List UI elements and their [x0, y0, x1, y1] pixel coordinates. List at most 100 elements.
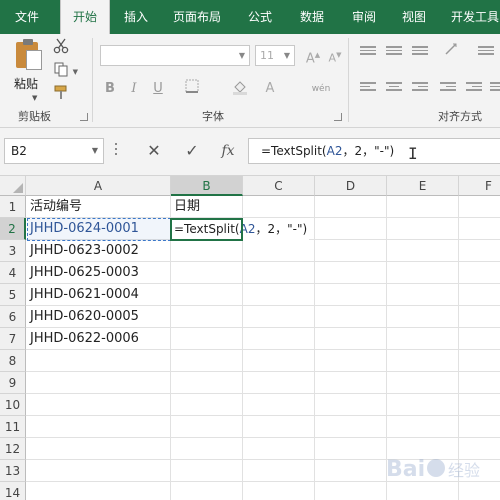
- row-header-12[interactable]: 12: [0, 438, 26, 460]
- clipboard-launcher-icon[interactable]: [80, 113, 88, 121]
- decrease-font-icon[interactable]: A▼: [324, 45, 346, 65]
- column-header-f[interactable]: F: [459, 176, 500, 196]
- chevron-down-icon: ▼: [32, 94, 38, 102]
- tab-view[interactable]: 视图: [392, 0, 436, 34]
- align-right-icon[interactable]: [412, 82, 428, 94]
- fill-color-icon[interactable]: [230, 79, 250, 99]
- cell-a4[interactable]: JHHD-0625-0003: [27, 262, 139, 284]
- alignment-group-label: 对齐方式: [438, 110, 482, 123]
- cell-a2[interactable]: JHHD-0624-0001: [27, 218, 139, 240]
- column-header-e[interactable]: E: [387, 176, 459, 196]
- row-header-9[interactable]: 9: [0, 372, 26, 394]
- font-color-icon[interactable]: A: [260, 79, 280, 99]
- formula-text-ref: A2: [326, 144, 343, 158]
- cell-b1[interactable]: 日期: [171, 196, 200, 218]
- name-box-value: B2: [11, 144, 27, 158]
- phonetic-icon[interactable]: wén: [308, 79, 334, 99]
- formula-bar-grip[interactable]: [115, 143, 119, 159]
- row-header-4[interactable]: 4: [0, 262, 26, 284]
- cell-a1[interactable]: 活动编号: [27, 196, 82, 218]
- bold-button[interactable]: B: [100, 79, 120, 99]
- cancel-icon[interactable]: ✕: [142, 140, 166, 162]
- gridline: [242, 196, 243, 500]
- tab-page-layout[interactable]: 页面布局: [162, 0, 232, 34]
- tab-insert[interactable]: 插入: [114, 0, 158, 34]
- cut-icon[interactable]: [50, 38, 72, 58]
- row-header-13[interactable]: 13: [0, 460, 26, 482]
- increase-indent-icon[interactable]: [466, 82, 482, 94]
- formula-input[interactable]: =TextSplit(A2，2，"-"): [248, 138, 500, 164]
- row-header-10[interactable]: 10: [0, 394, 26, 416]
- column-header-a[interactable]: A: [26, 176, 171, 196]
- tab-formulas[interactable]: 公式: [238, 0, 282, 34]
- cell-a7[interactable]: JHHD-0622-0006: [27, 328, 139, 350]
- tab-data[interactable]: 数据: [290, 0, 334, 34]
- column-header-c[interactable]: C: [243, 176, 315, 196]
- ribbon-home: 粘贴 ▼ ▼ 剪贴板 ▼ 11 ▼ A▲ A▼ B I U A wén 字体 对…: [0, 34, 500, 128]
- paste-button[interactable]: 粘贴 ▼: [8, 38, 48, 102]
- select-all-button[interactable]: [0, 176, 26, 196]
- ribbon-tab-bar: 文件 开始 插入 页面布局 公式 数据 审阅 视图 开发工具: [0, 0, 500, 35]
- row-header-11[interactable]: 11: [0, 416, 26, 438]
- row-header-7[interactable]: 7: [0, 328, 26, 350]
- group-separator: [348, 38, 349, 122]
- formula-text-prefix: =TextSplit(: [261, 144, 327, 158]
- underline-button[interactable]: U: [148, 79, 168, 99]
- tab-review[interactable]: 审阅: [342, 0, 386, 34]
- borders-icon[interactable]: [182, 79, 202, 99]
- cell-b2-text-suffix: ，2，"-"): [255, 222, 308, 236]
- column-header-d[interactable]: D: [315, 176, 387, 196]
- increase-font-icon[interactable]: A▲: [302, 45, 324, 66]
- tab-home[interactable]: 开始: [60, 0, 110, 35]
- tab-developer[interactable]: 开发工具: [446, 0, 500, 34]
- row-header-8[interactable]: 8: [0, 350, 26, 372]
- paste-icon-clip: [23, 39, 33, 45]
- cell-a3[interactable]: JHHD-0623-0002: [27, 240, 139, 262]
- paste-icon-page: [26, 50, 42, 70]
- tab-file[interactable]: 文件: [0, 0, 54, 34]
- font-name-select[interactable]: ▼: [100, 45, 250, 66]
- gridline: [26, 437, 500, 438]
- column-header-b[interactable]: B: [171, 176, 243, 196]
- gridline: [26, 371, 500, 372]
- gridline: [170, 196, 171, 500]
- cell-a5[interactable]: JHHD-0621-0004: [27, 284, 139, 306]
- active-cell-b2[interactable]: [170, 218, 243, 241]
- row-header-3[interactable]: 3: [0, 240, 26, 262]
- wrap-text-icon[interactable]: [478, 46, 494, 58]
- row-header-14[interactable]: 14: [0, 482, 26, 500]
- gridline: [26, 415, 500, 416]
- name-box[interactable]: B2 ▼: [4, 138, 104, 164]
- merge-center-icon[interactable]: [490, 82, 500, 94]
- enter-icon[interactable]: ✓: [180, 140, 204, 162]
- decrease-indent-icon[interactable]: [440, 82, 456, 94]
- format-painter-icon[interactable]: [50, 84, 72, 104]
- insert-function-icon[interactable]: fx: [216, 140, 240, 162]
- row-header-2[interactable]: 2: [0, 218, 26, 240]
- cell-a6[interactable]: JHHD-0620-0005: [27, 306, 139, 328]
- align-middle-icon[interactable]: [386, 46, 402, 58]
- align-bottom-icon[interactable]: [412, 46, 428, 58]
- text-cursor-icon: I: [408, 144, 418, 163]
- copy-icon[interactable]: ▼: [50, 61, 78, 81]
- row-header-1[interactable]: 1: [0, 196, 26, 218]
- paste-label: 粘贴: [14, 77, 39, 91]
- font-launcher-icon[interactable]: [334, 113, 342, 121]
- chevron-down-icon: ▼: [283, 51, 290, 60]
- row-header-5[interactable]: 5: [0, 284, 26, 306]
- row-header-6[interactable]: 6: [0, 306, 26, 328]
- font-size-select[interactable]: 11 ▼: [255, 45, 295, 66]
- clipboard-group-label: 剪贴板: [18, 110, 51, 123]
- italic-button[interactable]: I: [124, 79, 144, 99]
- font-group-label: 字体: [202, 110, 224, 123]
- chevron-down-icon: ▼: [238, 51, 245, 60]
- formula-text-suffix: ，2，"-"): [342, 144, 395, 158]
- formula-bar: B2 ▼ ✕ ✓ fx =TextSplit(A2，2，"-"): [0, 128, 500, 176]
- align-top-icon[interactable]: [360, 46, 376, 58]
- gridline: [26, 393, 500, 394]
- font-size-value: 11: [260, 49, 274, 62]
- align-left-icon[interactable]: [360, 82, 376, 94]
- svg-text:Bai: Bai: [386, 457, 425, 482]
- orientation-icon[interactable]: [440, 42, 462, 62]
- align-center-icon[interactable]: [386, 82, 402, 94]
